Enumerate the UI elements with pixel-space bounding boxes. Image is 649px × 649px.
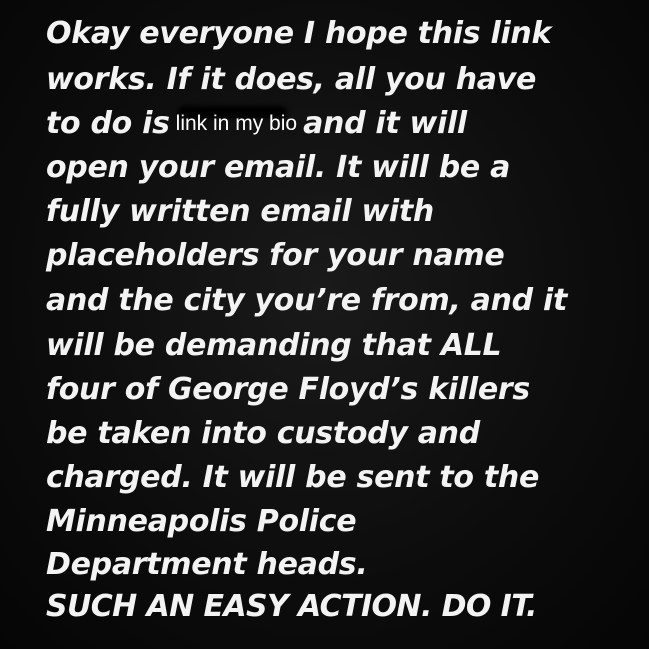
call-to-action-line: SUCH AN EASY ACTION. DO IT. (46, 589, 537, 624)
story-line: placeholders for your name (46, 238, 505, 273)
story-line: works. If it does, all you have (46, 62, 537, 97)
story-line-start: to do is (46, 106, 170, 141)
story-line: four of George Floyd’s killers (46, 372, 530, 407)
story-line: Minneapolis Police (46, 504, 357, 539)
link-in-bio-sticker[interactable]: link in my bio (172, 112, 301, 136)
story-line-end: and it will (303, 106, 467, 141)
story-line: to do is link in my bio and it will (46, 106, 467, 142)
story-line: and the city you’re from, and it (46, 283, 568, 318)
story-line: charged. It will be sent to the (46, 460, 540, 495)
story-line: fully written email with (46, 194, 434, 229)
story-line: will be demanding that ALL (46, 328, 502, 363)
story-line: Okay everyone I hope this link (46, 16, 552, 51)
story-line: be taken into custody and (46, 416, 480, 451)
story-text-block: Okay everyone I hope this link works. If… (0, 0, 649, 649)
story-line: open your email. It will be a (46, 150, 511, 185)
story-line: Department heads. (46, 547, 368, 582)
